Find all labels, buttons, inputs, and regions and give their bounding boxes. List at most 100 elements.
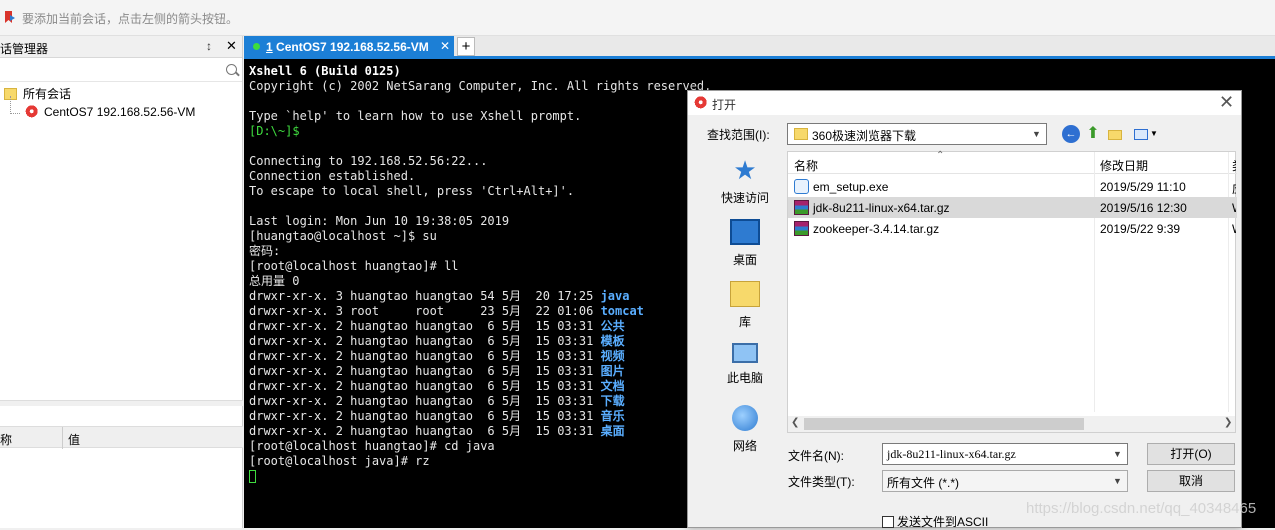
horizontal-scrollbar[interactable]: ❮ ❯ [788,416,1235,432]
close-icon[interactable]: ✕ [1219,92,1234,113]
address-hint: 要添加当前会话，点击左侧的箭头按钮。 [22,12,239,26]
directory-listing-row: drwxr-xr-x. 2 huangtao huangtao 6 5月 15 … [249,379,625,393]
exe-icon [794,179,809,194]
directory-name: 文档 [600,379,625,393]
tab-bar: 1 CentOS7 192.168.52.56-VM ✕ + [244,36,1275,59]
send-ascii-option[interactable]: 发送文件到ASCII [882,513,988,530]
place-label: 此电脑 [726,371,763,385]
open-button[interactable]: 打开(O) [1147,443,1235,465]
directory-name: 桌面 [600,424,625,438]
filename-input[interactable]: jdk-8u211-linux-x64.tar.gz ▼ [882,443,1128,465]
filetype-label: 文件类型(T): [788,475,855,489]
column-name[interactable]: 名称 [794,157,818,174]
lookin-value: 360极速浏览器下载 [812,129,917,143]
directory-listing-row: drwxr-xr-x. 2 huangtao huangtao 6 5月 15 … [249,364,625,378]
ascii-label: 发送文件到ASCII [897,515,989,529]
directory-name: 音乐 [600,409,625,423]
tree-node-all-sessions[interactable]: 所有会话 [4,85,71,102]
new-folder-icon[interactable] [1106,125,1124,143]
place-label: 快速访问 [720,191,769,205]
ascii-checkbox[interactable] [882,515,894,528]
terminal-line: [huangtao@localhost ~]$ su [249,229,437,243]
directory-listing-row: drwxr-xr-x. 2 huangtao huangtao 6 5月 15 … [249,409,625,423]
place-library[interactable]: 库 [700,281,790,330]
bookmark-arrow-icon[interactable] [4,10,16,24]
session-manager-panel: 话管理器 ↕ ✕ 所有会话 CentOS7 192.168.52.56-VM 称… [0,36,243,528]
directory-name: 下载 [600,394,625,408]
search-icon[interactable] [226,64,237,75]
session-manager-title: 话管理器 [0,42,49,56]
file-type: 应 [1232,180,1236,197]
file-type: W [1232,222,1236,236]
place-desktop[interactable]: 桌面 [700,219,790,268]
add-tab-button[interactable]: + [457,37,475,56]
terminal-line: [root@localhost huangtao]# ll [249,259,459,273]
column-type[interactable]: 类 [1232,157,1236,174]
archive-icon [794,221,809,236]
file-list-header: ⌃ 名称 修改日期 类 [788,150,1237,412]
place-this-pc[interactable]: 此电脑 [700,343,790,386]
column-date[interactable]: 修改日期 [1100,157,1148,174]
tree-node-label: CentOS7 192.168.52.56-VM [44,105,196,119]
terminal-line: 总用量 0 [249,274,300,288]
open-file-dialog: 打开 ✕ 查找范围(I): 360极速浏览器下载 ▼ ← ⬆ ▼ ★ 快速访问 … [687,90,1242,530]
cancel-button[interactable]: 取消 [1147,470,1235,492]
place-network[interactable]: 网络 [700,405,790,454]
place-label: 网络 [732,439,757,453]
tree-node-label: 所有会话 [23,87,72,101]
chevron-down-icon: ▼ [1113,476,1122,486]
terminal-line: Connecting to 192.168.52.56:22... [249,154,488,168]
file-row[interactable]: em_setup.exe 2019/5/29 11:10 应 [788,176,1237,197]
terminal-cursor-line [249,469,711,484]
properties-column-value[interactable]: 值 [68,431,80,448]
file-name: jdk-8u211-linux-x64.tar.gz [813,201,950,215]
terminal-line: Connection established. [249,169,416,183]
scroll-right-icon[interactable]: ❯ [1224,417,1232,428]
tab-session[interactable]: 1 CentOS7 192.168.52.56-VM ✕ [244,36,454,58]
properties-header: 称 值 [0,426,243,449]
terminal-line: Copyright (c) 2002 NetSarang Computer, I… [249,79,712,93]
directory-name: tomcat [600,304,644,318]
tree-node-session[interactable]: CentOS7 192.168.52.56-VM [24,105,195,119]
directory-listing-row: drwxr-xr-x. 2 huangtao huangtao 6 5月 15 … [249,424,625,438]
star-icon: ★ [733,155,757,185]
directory-name: 模板 [600,334,625,348]
properties-column-name[interactable]: 称 [0,431,12,448]
file-type: W [1232,201,1236,215]
view-menu-icon[interactable]: ▼ [1132,125,1158,143]
desktop-icon [730,219,760,245]
session-icon [24,105,38,119]
close-tab-icon[interactable]: ✕ [440,39,450,53]
dialog-titlebar: 打开 ✕ [688,91,1241,115]
place-quick-access[interactable]: ★ 快速访问 [700,157,790,206]
file-row[interactable]: jdk-8u211-linux-x64.tar.gz 2019/5/16 12:… [788,197,1237,218]
archive-icon [794,200,809,215]
terminal-output: Xshell 6 (Build 0125) Copyright (c) 2002 … [249,64,711,484]
dialog-title: 打开 [712,98,737,112]
chevron-down-icon: ▼ [1032,129,1041,139]
session-search[interactable] [0,58,242,82]
back-icon[interactable]: ← [1062,125,1080,143]
scrollbar-thumb[interactable] [804,418,1084,430]
network-icon [732,405,758,431]
up-folder-icon[interactable]: ⬆ [1084,125,1102,143]
file-date: 2019/5/22 9:39 [1100,222,1181,236]
chevron-down-icon[interactable]: ▼ [1113,449,1122,459]
directory-name: java [600,289,630,303]
pin-icon[interactable]: ↕ [206,39,212,53]
pane-splitter[interactable] [0,400,243,406]
close-icon[interactable]: ✕ [226,38,237,54]
file-row[interactable]: zookeeper-3.4.14.tar.gz 2019/5/22 9:39 W [788,218,1237,239]
filetype-select[interactable]: 所有文件 (*.*) ▼ [882,470,1128,492]
scroll-left-icon[interactable]: ❮ [791,417,799,428]
file-date: 2019/5/16 12:30 [1100,201,1187,215]
filename-label: 文件名(N): [788,449,844,463]
directory-name: 公共 [600,319,625,333]
watermark: https://blog.csdn.net/qq_40348465 [1026,500,1257,517]
file-name: zookeeper-3.4.14.tar.gz [813,222,940,236]
lookin-dropdown[interactable]: 360极速浏览器下载 ▼ [787,123,1047,145]
places-bar: ★ 快速访问 桌面 库 此电脑 网络 [700,153,790,463]
terminal-line: [root@localhost java]# rz [249,454,430,468]
